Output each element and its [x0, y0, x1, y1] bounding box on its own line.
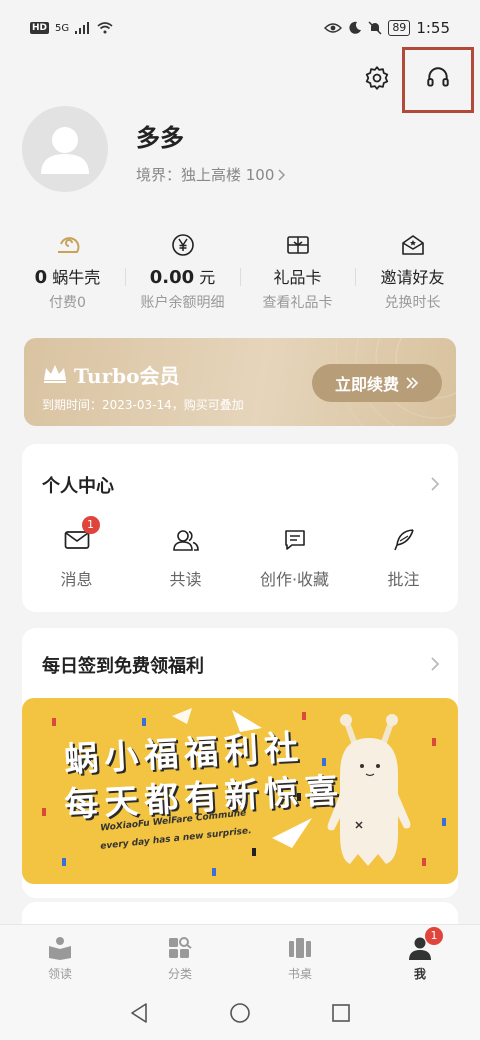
chevron-right-icon[interactable] [430, 656, 440, 672]
feather-icon [393, 529, 414, 551]
realm-label: 境界：独上高楼 100 [136, 166, 275, 184]
stat-unit: 邀请好友 [380, 268, 445, 287]
pc-item-creation[interactable]: 创作·收藏 [240, 524, 349, 590]
profile-header[interactable]: 多多 境界：独上高楼 100 [22, 106, 462, 196]
stat-value: 0 [34, 267, 48, 288]
chevron-right-icon [278, 168, 286, 181]
pc-item-label: 创作·收藏 [259, 570, 330, 589]
stat-sub: 付费0 [49, 295, 86, 311]
home-circle-icon[interactable] [229, 1002, 251, 1024]
top-actions [0, 47, 480, 113]
stat-sub: 兑换时长 [384, 295, 441, 311]
nav-category[interactable]: 分类 [120, 925, 240, 986]
username: 多多 [136, 124, 184, 152]
pc-item-label: 消息 [60, 570, 93, 589]
system-nav-bar [0, 986, 480, 1040]
customer-service-button[interactable] [418, 58, 458, 98]
chevron-right-icon[interactable] [430, 476, 440, 492]
hd-indicator: HD [30, 22, 50, 34]
nav-me[interactable]: 1 我 [360, 925, 480, 986]
stat-unit: 礼品卡 [273, 268, 322, 287]
stat-sub: 查看礼品卡 [262, 295, 333, 311]
stat-sub: 账户余额明细 [140, 295, 225, 311]
nav-bookshelf[interactable]: 书桌 [240, 925, 360, 986]
gift-card-icon [286, 236, 309, 254]
snail-shell-icon [57, 237, 79, 253]
moon-icon [349, 21, 362, 34]
turbo-title: Turbo会员 [74, 364, 180, 388]
signin-title: 每日签到免费领福利 [42, 656, 204, 677]
gear-icon [365, 66, 389, 90]
stat-snail-shell[interactable]: 0 蜗牛壳 付费0 [10, 232, 125, 312]
bookshelf-icon [289, 938, 311, 958]
stat-value: 0.00 [149, 267, 195, 288]
clock: 1:55 [416, 19, 450, 37]
category-icon [169, 937, 192, 958]
personal-center-title: 个人中心 [42, 476, 114, 497]
nav-label: 书桌 [287, 967, 312, 981]
pc-item-label: 批注 [387, 570, 420, 589]
account-stats: 0 蜗牛壳 付费0 0.00 元 账户余额明细 礼品卡 查看礼品卡 邀请好友 兑… [10, 232, 470, 312]
comment-edit-icon [284, 530, 305, 550]
mail-icon [64, 531, 89, 549]
pc-item-coread[interactable]: 共读 [131, 524, 240, 590]
personal-center-card: 个人中心 1 消息 共读 创作·收藏 批注 [22, 444, 458, 612]
pc-item-messages[interactable]: 1 消息 [22, 516, 131, 590]
settings-button[interactable] [357, 58, 397, 98]
turbo-expiry: 到期时间：2023-03-14，购买可叠加 [42, 398, 244, 412]
nav-label: 领读 [47, 967, 72, 981]
stat-balance[interactable]: 0.00 元 账户余额明细 [125, 232, 240, 312]
nav-reading[interactable]: 领读 [0, 925, 120, 986]
message-badge: 1 [81, 516, 100, 534]
pc-item-annotations[interactable]: 批注 [349, 524, 458, 590]
stat-unit: 蜗牛壳 [52, 268, 101, 287]
pc-item-label: 共读 [169, 570, 202, 589]
signal-icon [75, 22, 90, 34]
bottom-nav: 领读 分类 书桌 1 我 [0, 924, 480, 986]
nav-label: 分类 [167, 967, 192, 981]
battery-indicator: 89 [388, 20, 411, 36]
yen-icon [171, 234, 194, 256]
stat-gift-card[interactable]: 礼品卡 查看礼品卡 [240, 232, 355, 312]
network-indicator: 5G [55, 22, 70, 34]
people-icon [172, 530, 199, 551]
snail-mascot-illustration [327, 714, 411, 866]
mute-bell-icon [368, 21, 382, 35]
renew-label: 立即续费 [334, 375, 399, 394]
avatar[interactable] [22, 106, 108, 192]
crown-icon [44, 365, 66, 383]
invite-mail-icon [401, 235, 424, 255]
recents-square-icon[interactable] [331, 1003, 351, 1023]
stat-invite[interactable]: 邀请好友 兑换时长 [355, 232, 470, 312]
headset-icon [427, 67, 449, 87]
double-chevron-right-icon [406, 377, 419, 389]
avatar-placeholder-icon [41, 127, 89, 174]
me-badge: 1 [425, 927, 443, 945]
realm-link[interactable]: 境界：独上高楼 100 [136, 164, 286, 185]
stat-unit: 元 [199, 268, 216, 287]
turbo-membership-banner[interactable]: Turbo会员 到期时间：2023-03-14，购买可叠加 立即续费 [24, 338, 456, 426]
reading-icon [49, 937, 71, 960]
eye-icon [324, 23, 343, 33]
welfare-banner[interactable]: 蜗小福福利社 每天都有新惊喜 WoXiaoFu WelFare Commune … [22, 698, 458, 884]
back-triangle-icon[interactable] [129, 1002, 149, 1024]
renew-button[interactable]: 立即续费 [312, 364, 442, 402]
wifi-icon [97, 22, 113, 34]
nav-label: 我 [413, 967, 426, 981]
status-bar: HD 5G 89 1:55 [0, 0, 480, 56]
